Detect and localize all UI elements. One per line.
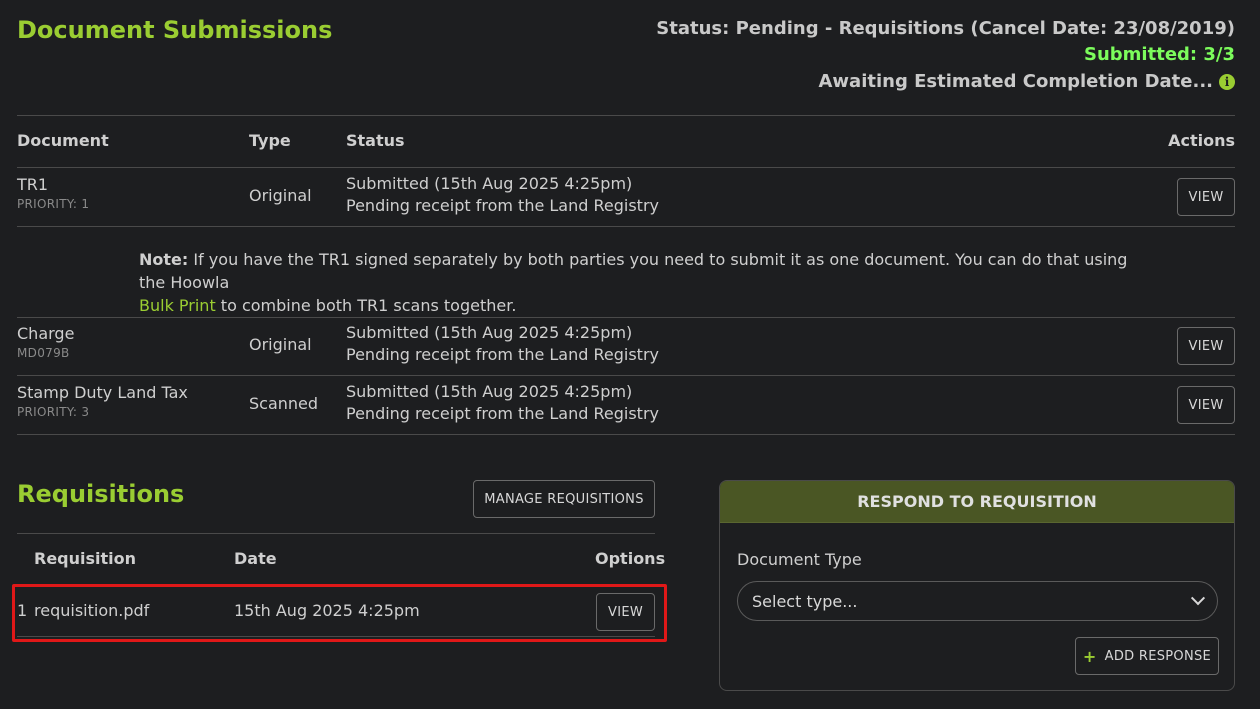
view-button[interactable]: VIEW — [1177, 386, 1235, 424]
document-subtext: PRIORITY: 3 — [17, 405, 90, 419]
view-button[interactable]: VIEW — [1177, 327, 1235, 365]
table-row: Charge MD079B — [17, 324, 74, 360]
page-title: Document Submissions — [17, 16, 333, 44]
note-text: If you have the TR1 signed separately by… — [139, 250, 1128, 292]
status-block: Status: Pending - Requisitions (Cancel D… — [656, 16, 1235, 96]
table-row: TR1 PRIORITY: 1 — [17, 175, 89, 211]
awaiting-text: Awaiting Estimated Completion Date... — [818, 71, 1214, 92]
col-date: Date — [234, 549, 277, 568]
divider — [17, 167, 1235, 168]
chevron-down-icon — [1190, 591, 1206, 606]
document-type: Original — [249, 186, 312, 205]
document-status: Submitted (15th Aug 2025 4:25pm) Pending… — [346, 322, 659, 366]
divider — [17, 317, 1235, 318]
status-pending: Pending receipt from the Land Registry — [346, 196, 659, 215]
document-type-label: Document Type — [737, 550, 862, 569]
document-status: Submitted (15th Aug 2025 4:25pm) Pending… — [346, 173, 659, 217]
document-status: Submitted (15th Aug 2025 4:25pm) Pending… — [346, 381, 659, 425]
note-text-end: to combine both TR1 scans together. — [215, 296, 517, 315]
status-submitted: Submitted (15th Aug 2025 4:25pm) — [346, 382, 633, 401]
divider — [17, 115, 1235, 116]
status-submitted: Submitted (15th Aug 2025 4:25pm) — [346, 174, 633, 193]
tr1-note: Note: If you have the TR1 signed separat… — [139, 248, 1129, 317]
document-name: TR1 — [17, 175, 49, 194]
add-response-button[interactable]: + ADD RESPONSE — [1075, 637, 1219, 675]
status-pending: Pending receipt from the Land Registry — [346, 404, 659, 423]
document-name: Stamp Duty Land Tax — [17, 383, 188, 402]
document-subtext: MD079B — [17, 346, 70, 360]
highlight-box — [12, 584, 667, 642]
plus-icon: + — [1082, 646, 1097, 666]
respond-panel: RESPOND TO REQUISITION Document Type Sel… — [719, 480, 1235, 691]
select-value: Select type... — [752, 591, 858, 611]
col-actions: Actions — [1168, 131, 1235, 150]
col-type: Type — [249, 131, 291, 150]
requisitions-title: Requisitions — [17, 480, 185, 508]
divider — [17, 375, 1235, 376]
manage-requisitions-button[interactable]: MANAGE REQUISITIONS — [473, 480, 655, 518]
submitted-count: Submitted: 3/3 — [1084, 44, 1235, 65]
status-pending: Pending receipt from the Land Registry — [346, 345, 659, 364]
add-response-label: ADD RESPONSE — [1104, 648, 1212, 664]
document-name: Charge — [17, 324, 75, 343]
col-document: Document — [17, 131, 109, 150]
document-type-select[interactable]: Select type... — [737, 581, 1218, 621]
note-label: Note: — [139, 250, 189, 269]
document-type: Scanned — [249, 394, 319, 413]
divider — [17, 226, 1235, 227]
info-icon[interactable]: i — [1219, 74, 1235, 90]
divider — [17, 434, 1235, 435]
col-status: Status — [346, 131, 405, 150]
status-submitted: Submitted (15th Aug 2025 4:25pm) — [346, 323, 633, 342]
status-text: Status: Pending - Requisitions (Cancel D… — [656, 18, 1235, 39]
document-type: Original — [249, 335, 312, 354]
table-row: Stamp Duty Land Tax PRIORITY: 3 — [17, 383, 188, 419]
document-subtext: PRIORITY: 1 — [17, 197, 90, 211]
col-options: Options — [595, 549, 666, 568]
awaiting-completion: Awaiting Estimated Completion Date... i — [656, 68, 1235, 96]
col-requisition: Requisition — [34, 549, 137, 568]
view-button[interactable]: VIEW — [1177, 178, 1235, 216]
bulk-print-link[interactable]: Bulk Print — [139, 296, 216, 315]
respond-panel-header: RESPOND TO REQUISITION — [720, 481, 1234, 523]
divider — [17, 533, 655, 534]
